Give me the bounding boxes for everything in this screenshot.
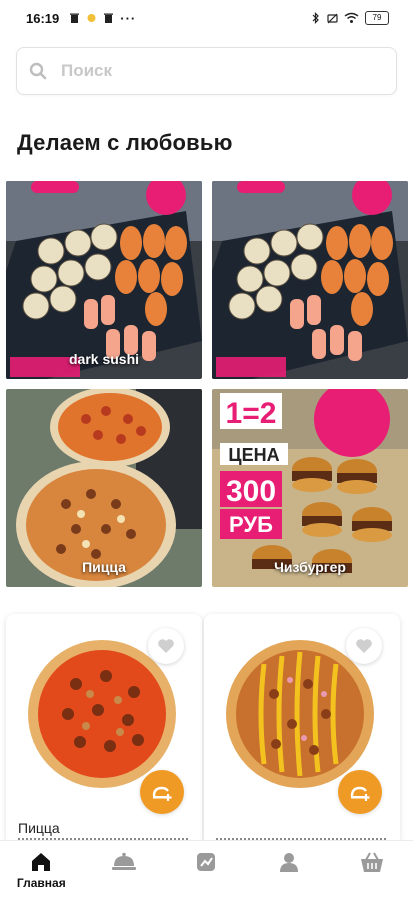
- chart-icon: [197, 853, 216, 871]
- category-tile-sushi-2[interactable]: [212, 181, 408, 379]
- add-to-cart-button[interactable]: [338, 770, 382, 814]
- price-value: 300: [226, 475, 276, 508]
- logo-text: 1=2: [226, 397, 277, 430]
- wifi-icon: [344, 12, 359, 23]
- category-label: dark sushi: [68, 351, 140, 367]
- favorite-button[interactable]: [148, 628, 184, 664]
- search-icon: [29, 62, 47, 80]
- status-right: 79: [310, 11, 389, 25]
- cheeseburger-image: 1=2 ЦЕНА 300 РУБ: [212, 389, 408, 587]
- add-dish-icon: [152, 786, 172, 801]
- heart-icon: [356, 639, 372, 653]
- product-name: Пицца: [18, 820, 60, 836]
- price-badge-label: ЦЕНА: [228, 445, 279, 465]
- category-label: Пицца: [82, 559, 126, 575]
- nav-item-profile[interactable]: [257, 851, 321, 873]
- home-icon: [32, 853, 51, 871]
- battery-icon: 79: [365, 11, 389, 25]
- mute-icon: [327, 13, 338, 24]
- favorite-button[interactable]: [346, 628, 382, 664]
- pizza-image: [6, 389, 202, 587]
- status-bar: 16:19 ··· 79: [0, 0, 413, 36]
- nav-item-home[interactable]: Главная: [9, 851, 73, 890]
- nav-label: Главная: [16, 876, 66, 890]
- category-tile-pizza[interactable]: Пицца: [6, 389, 202, 587]
- more-notifications-icon: ···: [120, 10, 137, 26]
- category-tile-cheeseburger[interactable]: 1=2 ЦЕНА 300 РУБ Чизбургер: [212, 389, 408, 587]
- trash-icon: [104, 13, 114, 23]
- search-input[interactable]: [59, 60, 363, 82]
- category-label: Чизбургер: [274, 559, 346, 575]
- nav-item-stats[interactable]: [174, 851, 238, 873]
- nav-item-delivery[interactable]: [92, 851, 156, 873]
- category-tile-sushi[interactable]: dark sushi: [6, 181, 202, 379]
- heart-icon: [158, 639, 174, 653]
- status-time: 16:19: [26, 10, 60, 26]
- add-to-cart-button[interactable]: [140, 770, 184, 814]
- bluetooth-icon: [312, 12, 319, 24]
- moon-icon: [87, 14, 96, 22]
- search-box[interactable]: [16, 47, 397, 95]
- product-card[interactable]: Пицца: [6, 614, 202, 846]
- user-icon: [280, 853, 299, 872]
- product-card[interactable]: [204, 614, 400, 846]
- sushi-image: [6, 181, 202, 379]
- delivery-icon: [111, 852, 136, 870]
- status-left: 16:19 ···: [26, 11, 136, 26]
- trash-icon: [70, 13, 80, 23]
- price-currency: РУБ: [229, 512, 273, 537]
- section-title: Делаем с любовью: [17, 130, 233, 155]
- basket-icon: [360, 852, 383, 872]
- add-dish-icon: [350, 786, 370, 801]
- bottom-nav: Главная: [0, 840, 413, 900]
- sushi-image: [212, 181, 408, 379]
- nav-item-cart[interactable]: [340, 851, 404, 873]
